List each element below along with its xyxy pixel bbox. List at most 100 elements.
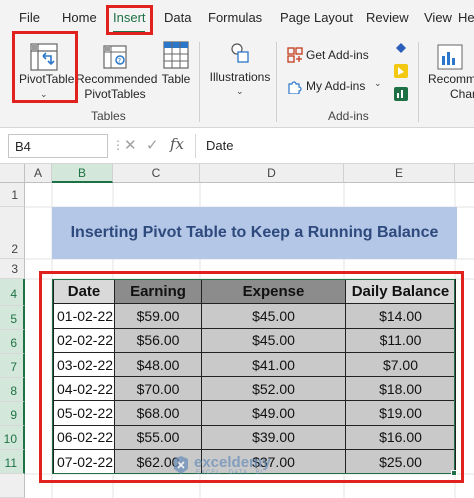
- cell-expense[interactable]: $39.00: [201, 424, 346, 451]
- row-header-8[interactable]: 8: [0, 378, 25, 402]
- column-header-a[interactable]: A: [25, 164, 52, 183]
- cell-date[interactable]: 04-02-22: [53, 376, 115, 402]
- recommended-pivottables-label-1: Recommended: [76, 72, 158, 86]
- table-row: 07-02-22 $62.00 $37.00 $25.00: [53, 449, 456, 475]
- get-addins-button[interactable]: Get Add-ins: [306, 48, 369, 63]
- pivottable-highlight: [12, 31, 78, 103]
- row-header-1[interactable]: 1: [0, 183, 25, 207]
- table-row: 04-02-22 $70.00 $52.00 $18.00: [53, 376, 456, 402]
- column-header-d[interactable]: D: [200, 164, 344, 183]
- row-header-9[interactable]: 9: [0, 402, 25, 426]
- row-header-10[interactable]: 10: [0, 426, 25, 450]
- insert-tab-highlight: [106, 5, 153, 35]
- row-header-7[interactable]: 7: [0, 354, 25, 378]
- table-button[interactable]: Table: [160, 72, 192, 87]
- column-header-f[interactable]: [455, 164, 474, 183]
- cell-earning[interactable]: $56.00: [114, 327, 202, 353]
- name-box[interactable]: B4: [8, 134, 108, 158]
- tab-file[interactable]: File: [19, 10, 40, 25]
- tab-review[interactable]: Review: [366, 10, 409, 25]
- column-header-e[interactable]: E: [344, 164, 455, 183]
- my-addins-dropdown-icon[interactable]: ⌄: [374, 78, 382, 89]
- cell-earning[interactable]: $55.00: [114, 424, 202, 451]
- cell-date[interactable]: 03-02-22: [53, 351, 115, 378]
- illustrations-icon: [229, 42, 251, 69]
- group-separator: [276, 42, 277, 122]
- cell-expense[interactable]: $41.00: [201, 351, 346, 378]
- cell-expense[interactable]: $52.00: [201, 376, 346, 402]
- tab-data[interactable]: Data: [164, 10, 191, 25]
- header-earning[interactable]: Earning: [114, 278, 202, 305]
- tab-help[interactable]: He: [458, 10, 474, 25]
- formula-bar-grip[interactable]: ⋮: [112, 138, 124, 152]
- fill-handle[interactable]: [451, 470, 457, 476]
- tables-group-label: Tables: [91, 109, 126, 123]
- row-header-2[interactable]: 2: [0, 207, 25, 259]
- recommended-charts-label-2: Char: [450, 87, 474, 101]
- group-separator: [418, 42, 419, 122]
- row-header-3[interactable]: 3: [0, 259, 25, 279]
- recommended-pivottables-label-2: PivotTables: [84, 87, 146, 101]
- cell-expense[interactable]: $37.00: [201, 449, 346, 475]
- header-daily-balance[interactable]: Daily Balance: [345, 278, 456, 305]
- cell-earning[interactable]: $68.00: [114, 400, 202, 426]
- cell-daily-balance[interactable]: $19.00: [345, 400, 456, 426]
- table-row: 05-02-22 $68.00 $49.00 $19.00: [53, 400, 456, 426]
- cell-earning[interactable]: $48.00: [114, 351, 202, 378]
- cell-expense[interactable]: $49.00: [201, 400, 346, 426]
- cell-daily-balance[interactable]: $16.00: [345, 424, 456, 451]
- tab-home[interactable]: Home: [62, 10, 97, 25]
- recommended-charts-label-1: Recomme: [428, 72, 474, 86]
- column-header-c[interactable]: C: [113, 164, 200, 183]
- cell-daily-balance[interactable]: $18.00: [345, 376, 456, 402]
- cancel-icon[interactable]: ✕: [124, 136, 137, 154]
- bing-maps-icon[interactable]: [393, 63, 409, 84]
- header-date[interactable]: Date: [53, 278, 115, 305]
- cell-daily-balance[interactable]: $14.00: [345, 303, 456, 329]
- cell-earning[interactable]: $62.00: [114, 449, 202, 475]
- table-header-row: Date Earning Expense Daily Balance: [53, 278, 456, 305]
- insert-function-button[interactable]: fx: [170, 135, 184, 153]
- cell-daily-balance[interactable]: $25.00: [345, 449, 456, 475]
- tab-view[interactable]: View: [424, 10, 452, 25]
- balance-table: Date Earning Expense Daily Balance 01-02…: [53, 278, 456, 475]
- recommended-charts-button[interactable]: Recomme Char: [428, 72, 474, 102]
- row-header-5[interactable]: 5: [0, 306, 25, 330]
- row-header-12[interactable]: [0, 474, 25, 498]
- visio-icon[interactable]: [394, 41, 408, 60]
- sheet-title-cell[interactable]: Inserting Pivot Table to Keep a Running …: [52, 207, 457, 259]
- table-row: 01-02-22 $59.00 $45.00 $14.00: [53, 303, 456, 329]
- cell-expense[interactable]: $45.00: [201, 303, 346, 329]
- get-addins-icon: [287, 47, 303, 68]
- cell-date[interactable]: 01-02-22: [53, 303, 115, 329]
- row-header-6[interactable]: 6: [0, 330, 25, 354]
- table-row: 02-02-22 $56.00 $45.00 $11.00: [53, 327, 456, 353]
- addins-group-label: Add-ins: [328, 109, 369, 123]
- cell-date[interactable]: 06-02-22: [53, 424, 115, 451]
- table-row: 06-02-22 $55.00 $39.00 $16.00: [53, 424, 456, 451]
- cell-date[interactable]: 07-02-22: [53, 449, 115, 475]
- cell-expense[interactable]: $45.00: [201, 327, 346, 353]
- formula-bar: B4 ⋮ ✕ ✓ fx Date: [0, 128, 474, 164]
- enter-icon[interactable]: ✓: [146, 136, 159, 154]
- header-expense[interactable]: Expense: [201, 278, 346, 305]
- table-row: 03-02-22 $48.00 $41.00 $7.00: [53, 351, 456, 378]
- row-header-4[interactable]: 4: [0, 279, 25, 306]
- tab-formulas[interactable]: Formulas: [208, 10, 262, 25]
- illustrations-dropdown-icon[interactable]: ⌄: [236, 86, 244, 97]
- cell-earning[interactable]: $59.00: [114, 303, 202, 329]
- tab-page-layout[interactable]: Page Layout: [280, 10, 353, 25]
- select-all-corner[interactable]: [0, 164, 25, 183]
- cell-earning[interactable]: $70.00: [114, 376, 202, 402]
- cell-date[interactable]: 05-02-22: [53, 400, 115, 426]
- cell-date[interactable]: 02-02-22: [53, 327, 115, 353]
- illustrations-button[interactable]: Illustrations: [209, 70, 271, 85]
- people-graph-icon[interactable]: [393, 86, 409, 107]
- row-header-11[interactable]: 11: [0, 450, 25, 474]
- cell-daily-balance[interactable]: $7.00: [345, 351, 456, 378]
- cell-daily-balance[interactable]: $11.00: [345, 327, 456, 353]
- recommended-pivottables-button[interactable]: Recommended PivotTables: [76, 72, 158, 102]
- column-header-b[interactable]: B: [52, 164, 113, 183]
- formula-input[interactable]: Date: [195, 134, 474, 158]
- my-addins-button[interactable]: My Add-ins: [306, 79, 365, 94]
